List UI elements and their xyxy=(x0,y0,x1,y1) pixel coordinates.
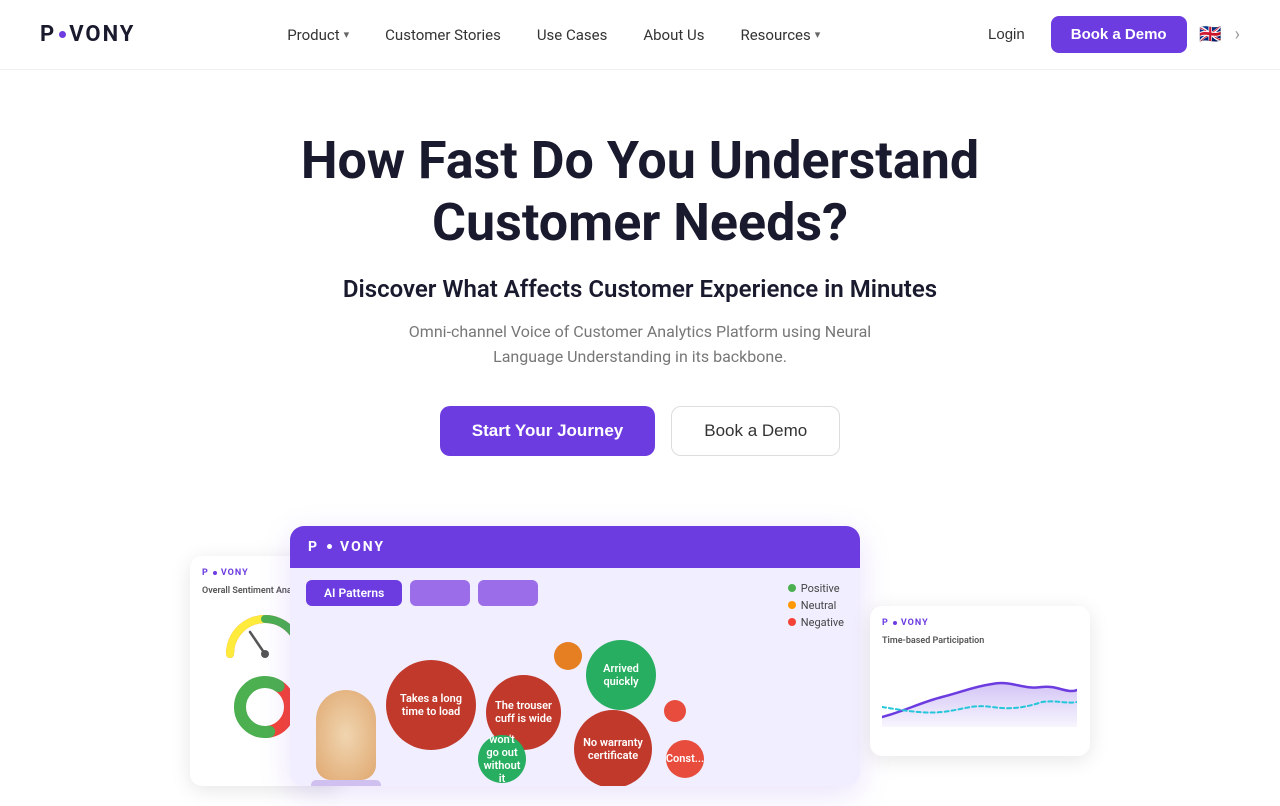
navbar: P VONY Product ▾ Customer Stories Use Ca… xyxy=(0,0,1280,70)
tab-2[interactable] xyxy=(410,580,470,606)
negative-dot xyxy=(788,618,796,626)
bubble-orange xyxy=(554,642,582,670)
logo-vony: VONY xyxy=(69,22,135,47)
right-participation-card: P VONY Time-based Participation xyxy=(870,606,1090,756)
positive-dot xyxy=(788,584,796,592)
chart-legend: Positive Neutral Negative xyxy=(788,582,844,629)
hero-book-demo-button[interactable]: Book a Demo xyxy=(671,406,840,456)
login-button[interactable]: Login xyxy=(972,18,1041,51)
legend-negative: Negative xyxy=(788,616,844,629)
nav-right: Login Book a Demo 🇬🇧 › xyxy=(972,16,1240,53)
main-dashboard: P VONY AI Patterns Positive Neutral xyxy=(290,526,860,786)
resources-chevron-icon: ▾ xyxy=(815,28,821,41)
dashboard-header: P VONY xyxy=(290,526,860,568)
dashboard-tabs: AI Patterns xyxy=(306,580,844,606)
dashboard-logo-vony: VONY xyxy=(340,539,385,555)
dash-logo-dot xyxy=(327,544,332,549)
nav-book-demo-button[interactable]: Book a Demo xyxy=(1051,16,1187,53)
legend-neutral: Neutral xyxy=(788,599,844,612)
logo-dot xyxy=(59,31,66,38)
neutral-dot xyxy=(788,601,796,609)
dashboard-preview: P VONY Overall Sentiment Analysis xyxy=(190,526,1090,806)
person-image xyxy=(306,660,386,786)
logo: P VONY xyxy=(40,22,135,47)
dashboard-logo: P xyxy=(308,539,319,555)
hero-description: Omni-channel Voice of Customer Analytics… xyxy=(400,319,880,370)
tab-ai-patterns[interactable]: AI Patterns xyxy=(306,580,402,606)
bubble-arrived-quickly: Arrived quickly xyxy=(586,640,656,710)
bubble-small-red xyxy=(664,700,686,722)
right-card-title: Time-based Participation xyxy=(882,636,1078,646)
nav-about-us[interactable]: About Us xyxy=(629,18,718,52)
bubble-constantly: Const... xyxy=(666,740,704,778)
hero-section: How Fast Do You Understand Customer Need… xyxy=(0,70,1280,526)
nav-product[interactable]: Product ▾ xyxy=(273,18,363,52)
start-journey-button[interactable]: Start Your Journey xyxy=(440,406,655,456)
nav-use-cases[interactable]: Use Cases xyxy=(523,18,622,52)
bubble-load-time: Takes a long time to load xyxy=(386,660,476,750)
product-chevron-icon: ▾ xyxy=(344,28,350,41)
bubble-no-warranty: No warranty certificate xyxy=(574,710,652,786)
legend-positive: Positive xyxy=(788,582,844,595)
hero-subheadline: Discover What Affects Customer Experienc… xyxy=(20,275,1260,303)
bubble-wont-go-out: won't go out without it xyxy=(478,735,526,783)
bubble-chart: Takes a long time to load The trouser cu… xyxy=(306,620,766,786)
nav-resources[interactable]: Resources ▾ xyxy=(726,18,834,52)
tab-3[interactable] xyxy=(478,580,538,606)
hero-headline: How Fast Do You Understand Customer Need… xyxy=(240,130,1040,255)
hero-buttons: Start Your Journey Book a Demo xyxy=(20,406,1260,456)
logo-text: P xyxy=(40,22,56,47)
nav-customer-stories[interactable]: Customer Stories xyxy=(371,18,515,52)
nav-more-icon[interactable]: › xyxy=(1235,24,1240,45)
nav-links: Product ▾ Customer Stories Use Cases Abo… xyxy=(273,18,834,52)
dashboard-body: AI Patterns Positive Neutral Negative xyxy=(290,568,860,786)
language-selector[interactable]: 🇬🇧 xyxy=(1197,25,1225,45)
